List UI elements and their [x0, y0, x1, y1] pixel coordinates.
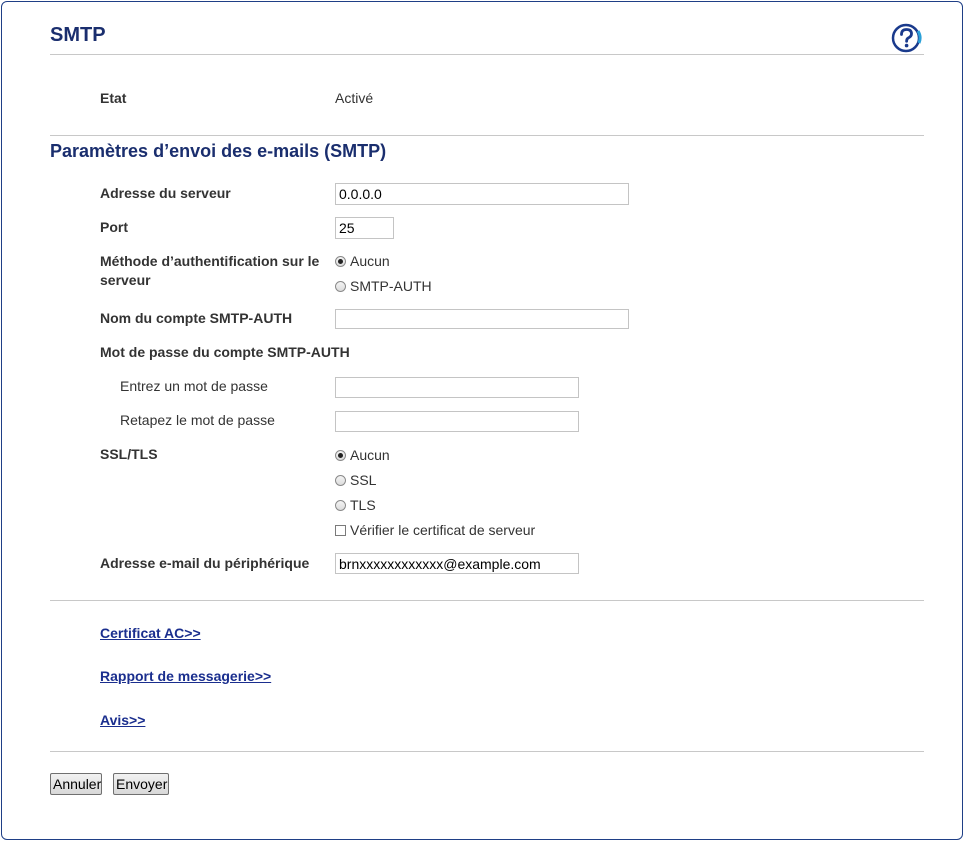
server-address-input[interactable] — [335, 183, 629, 205]
cancel-button[interactable]: Annuler — [50, 773, 102, 795]
account-name-label: Nom du compte SMTP-AUTH — [100, 310, 293, 326]
password-retype-label: Retapez le mot de passe — [120, 412, 275, 428]
auth-method-label-line2: serveur — [100, 272, 151, 288]
server-address-label: Adresse du serveur — [100, 185, 231, 201]
ssl-tls-radio[interactable]: TLS — [335, 497, 376, 513]
page-title: SMTP — [50, 24, 106, 46]
help-question-icon[interactable] — [891, 23, 923, 53]
ssl-ssl-label: SSL — [350, 472, 377, 488]
status-label: Etat — [100, 90, 127, 106]
mail-report-link[interactable]: Rapport de messagerie>> — [100, 668, 271, 684]
ssl-none-radio[interactable]: Aucun — [335, 447, 390, 463]
password-retype-input[interactable] — [335, 411, 579, 432]
radio-unselected-icon[interactable] — [335, 280, 346, 292]
header-divider — [50, 54, 924, 55]
section-divider — [50, 135, 924, 136]
radio-selected-icon[interactable] — [335, 255, 346, 267]
submit-button[interactable]: Envoyer — [113, 773, 169, 795]
device-email-input[interactable] — [335, 553, 579, 574]
verify-certificate-label: Vérifier le certificat de serveur — [350, 522, 536, 538]
ssl-none-label: Aucun — [350, 447, 390, 463]
auth-method-label-line1: Méthode d’authentification sur le — [100, 253, 320, 269]
section-title: Paramètres d’envoi des e-mails (SMTP) — [50, 141, 387, 161]
ca-certificate-link[interactable]: Certificat AC>> — [100, 625, 201, 641]
notice-link[interactable]: Avis>> — [100, 712, 145, 728]
checkbox-unchecked-icon[interactable] — [335, 524, 346, 536]
account-name-input[interactable] — [335, 309, 629, 329]
password-enter-label: Entrez un mot de passe — [120, 378, 268, 394]
ssl-ssl-radio[interactable]: SSL — [335, 472, 376, 488]
links-divider — [50, 600, 924, 601]
radio-unselected-icon[interactable] — [335, 499, 346, 511]
auth-smtp-auth-label: SMTP-AUTH — [350, 278, 432, 294]
ssl-tls-label: SSL/TLS — [100, 446, 158, 462]
verify-certificate-checkbox[interactable]: Vérifier le certificat de serveur — [335, 522, 535, 538]
auth-none-label: Aucun — [350, 253, 390, 269]
footer-divider — [50, 751, 924, 752]
auth-method-label: Méthode d’authentification sur le serveu… — [100, 253, 319, 288]
auth-none-radio[interactable]: Aucun — [335, 253, 390, 269]
password-enter-input[interactable] — [335, 377, 579, 398]
port-label: Port — [100, 219, 128, 235]
auth-smtp-auth-radio[interactable]: SMTP-AUTH — [335, 278, 432, 294]
password-section-label: Mot de passe du compte SMTP-AUTH — [100, 344, 350, 360]
radio-selected-icon[interactable] — [335, 449, 346, 461]
ssl-tls-option-label: TLS — [350, 497, 376, 513]
port-input[interactable] — [335, 217, 394, 239]
device-email-label: Adresse e-mail du périphérique — [100, 555, 310, 571]
radio-unselected-icon[interactable] — [335, 474, 346, 486]
status-value: Activé — [335, 90, 374, 106]
